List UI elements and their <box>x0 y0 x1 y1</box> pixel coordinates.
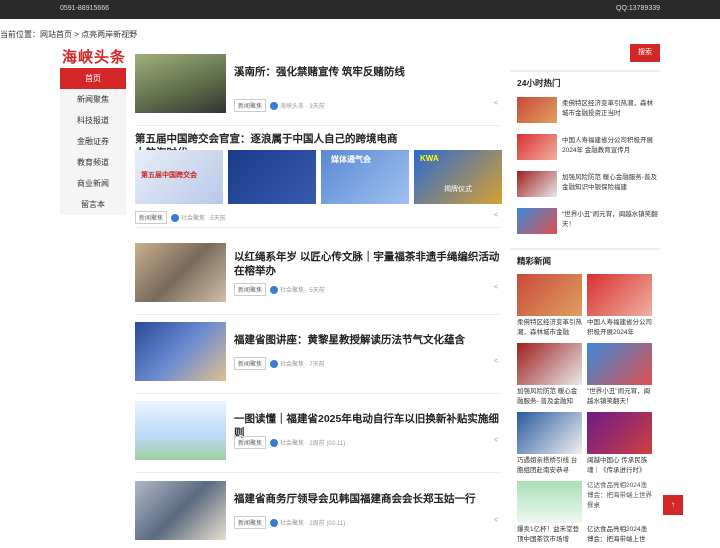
category-tag[interactable]: 新闻聚焦 <box>234 283 267 296</box>
nav-item-news[interactable]: 新闻聚焦 <box>60 89 126 110</box>
phone-number: 0591-88915666 <box>60 5 110 12</box>
article-title[interactable]: 福建省商务厅领导会见韩国福建商会会长郑玉姑一行 <box>234 492 502 506</box>
list-item[interactable]: 亿达食品亮相2024渔博会：把海带端上世界餐桌 亿达食品亮相2024渔博会：把海… <box>587 481 652 545</box>
category-tag[interactable]: 新闻聚焦 <box>234 357 267 370</box>
featured-thumbnail[interactable] <box>517 412 582 454</box>
hot-thumbnail[interactable] <box>517 208 557 234</box>
article-thumbnail[interactable] <box>135 401 226 460</box>
back-to-top-button[interactable]: ↑ <box>663 495 683 515</box>
search-button[interactable]: 搜索 <box>630 44 660 62</box>
list-item[interactable]: 加强风险防范 暖心金融服务- 普及金融知 <box>517 343 582 407</box>
list-item[interactable]: 柔佛特区经济变革引热潮，森林城市金融 <box>517 274 582 338</box>
post-time: 2周前 (02-11) <box>309 441 346 447</box>
article-title[interactable]: 以红绳系年岁 以匠心传文脉｜宇量福茶非遗手绳编织活动在榕举办 <box>234 250 502 278</box>
category-tag[interactable]: 新闻聚焦 <box>135 211 168 224</box>
breadcrumb-home[interactable]: 网站首页 <box>40 30 72 39</box>
hot-thumbnail[interactable] <box>517 134 557 160</box>
nav-item-guestbook[interactable]: 留言本 <box>60 194 126 215</box>
share-icon[interactable]: < <box>494 100 498 107</box>
featured-thumbnail[interactable] <box>587 274 652 316</box>
list-item[interactable]: 中国人寿福建省分公司积极开展2024年 <box>587 274 652 338</box>
nav-item-finance[interactable]: 金融证券 <box>60 131 126 152</box>
nav-item-home[interactable]: 首页 <box>60 68 126 89</box>
author-avatar <box>270 286 279 295</box>
article-thumbnail[interactable] <box>135 243 226 302</box>
list-item[interactable]: 以红绳系年岁 以匠心传文脉｜宇量福茶非遗手绳编织活动在榕举办 新闻聚焦 社会聚焦 … <box>135 243 502 315</box>
author-name: 社会聚焦 <box>280 521 305 527</box>
featured-thumbnail[interactable] <box>517 274 582 316</box>
share-icon[interactable]: < <box>494 517 498 524</box>
article-title[interactable]: 福建省图讲座：黄黎星教授解读历法节气文化蕴含 <box>234 333 502 347</box>
article-thumbnail[interactable] <box>135 322 226 381</box>
featured-news-title: 精彩新闻 <box>517 256 552 266</box>
list-item[interactable]: 福建省图讲座：黄黎星教授解读历法节气文化蕴含 新闻聚焦 社会聚焦 · 7天前 < <box>135 322 502 394</box>
article-image[interactable]: 第五届中国跨交会 <box>135 150 223 204</box>
featured-thumbnail[interactable] <box>517 481 582 523</box>
author-name: 社会聚焦 <box>181 216 206 222</box>
category-tag[interactable]: 新闻聚焦 <box>234 436 267 449</box>
article-image[interactable]: 媒体通气会 <box>321 150 409 204</box>
author-name: 社会聚焦 <box>280 288 305 294</box>
author-avatar <box>270 360 279 369</box>
list-item[interactable]: 爆卖1亿杯！益禾堂登顶中国茶饮市场增 <box>517 481 582 545</box>
featured-thumbnail[interactable] <box>587 343 652 385</box>
author-avatar <box>171 214 180 223</box>
author-name: 海峡头条 <box>280 104 305 110</box>
nav-item-education[interactable]: 教育频道 <box>60 152 126 173</box>
nav-item-tech[interactable]: 科技报道 <box>60 110 126 131</box>
post-time: 5天前 <box>210 216 226 222</box>
featured-thumbnail[interactable] <box>587 412 652 454</box>
list-item[interactable]: 福建省商务厅领导会见韩国福建商会会长郑玉姑一行 新闻聚焦 社会聚焦 · 2周前 (… <box>135 481 502 543</box>
list-item[interactable]: 闽越中国心 传承民族魂｜《传承进行时》 <box>587 412 652 476</box>
list-item[interactable]: 一图读懂｜福建省2025年电动自行车以旧换新补贴实施细则 新闻聚焦 社会聚焦 · … <box>135 401 502 473</box>
hot-thumbnail[interactable] <box>517 171 557 197</box>
article-thumbnail[interactable] <box>135 54 226 113</box>
featured-thumbnail-broken[interactable]: 亿达食品亮相2024渔博会：把海带端上世界餐桌 <box>587 481 652 523</box>
article-image[interactable]: KWA 揭牌仪式 <box>414 150 502 204</box>
category-tag[interactable]: 新闻聚焦 <box>234 99 267 112</box>
share-icon[interactable]: < <box>494 284 498 291</box>
left-nav: 首页 新闻聚焦 科技报道 金融证券 教育频道 商业新闻 留言本 <box>60 68 126 215</box>
post-time: 5天前 <box>309 288 325 294</box>
article-thumbnail[interactable] <box>135 481 226 540</box>
list-item[interactable]: 第五届中国跨交会官宣：逐浪属于中国人自己的跨境电商大航海时代 第五届中国跨交会 … <box>135 132 502 228</box>
article-image[interactable] <box>228 150 316 204</box>
list-item[interactable]: "世界小丑"闹元宵，闽越水镇笑翻天！ <box>517 208 658 234</box>
article-image-row: 第五届中国跨交会 媒体通气会 KWA 揭牌仪式 <box>135 150 502 204</box>
category-tag[interactable]: 新闻聚焦 <box>234 516 267 529</box>
featured-news: 精彩新闻 柔佛特区经济变革引热潮，森林城市金融 中国人寿福建省分公司积极开展20… <box>510 248 660 548</box>
share-icon[interactable]: < <box>494 358 498 365</box>
list-item[interactable]: 加强风险防范 暖心金融服务-普及金融知识中银保险福建 <box>517 171 657 197</box>
author-name: 社会聚焦 <box>280 441 305 447</box>
breadcrumb-current[interactable]: 点亮两岸新视野 <box>81 30 137 39</box>
featured-thumbnail[interactable] <box>517 343 582 385</box>
site-logo[interactable]: 海峡头条 <box>62 46 126 67</box>
list-item[interactable]: 巧遇姐亲搭桥引线 台胞组团赴南安恭寻 <box>517 412 582 476</box>
list-item[interactable]: "世界小丑"闹元宵，闽越水镇笑翻天！ <box>587 343 652 407</box>
author-avatar <box>270 102 279 111</box>
hot-list-title: 24小时热门 <box>517 78 561 88</box>
post-time: 3天前 <box>309 104 325 110</box>
share-icon[interactable]: < <box>494 212 498 219</box>
nav-item-business[interactable]: 商业新闻 <box>60 173 126 194</box>
share-icon[interactable]: < <box>494 437 498 444</box>
author-name: 社会聚焦 <box>280 362 305 368</box>
author-avatar <box>270 519 279 528</box>
qq-number: QQ:13789339 <box>616 5 660 12</box>
post-time: 2周前 (02-11) <box>309 521 346 527</box>
author-avatar <box>270 439 279 448</box>
list-item[interactable]: 溪南所：强化禁赌宣传 筑牢反赌防线 新闻聚焦 海峡头条 · 3天前 < <box>135 54 502 126</box>
breadcrumb: 当前位置：网站首页 > 点亮两岸新视野 <box>0 30 138 39</box>
list-item[interactable]: 中国人寿福建省分公司积极开展2024年 金融教育宣传月 <box>517 134 657 160</box>
top-bar: 0591-88915666 QQ:13789339 <box>0 0 720 19</box>
article-title[interactable]: 溪南所：强化禁赌宣传 筑牢反赌防线 <box>234 65 502 79</box>
hot-thumbnail[interactable] <box>517 97 557 123</box>
list-item[interactable]: 柔佛特区经济变革引热潮，森林城市金融投资正当时 <box>517 97 657 123</box>
post-time: 7天前 <box>309 362 325 368</box>
